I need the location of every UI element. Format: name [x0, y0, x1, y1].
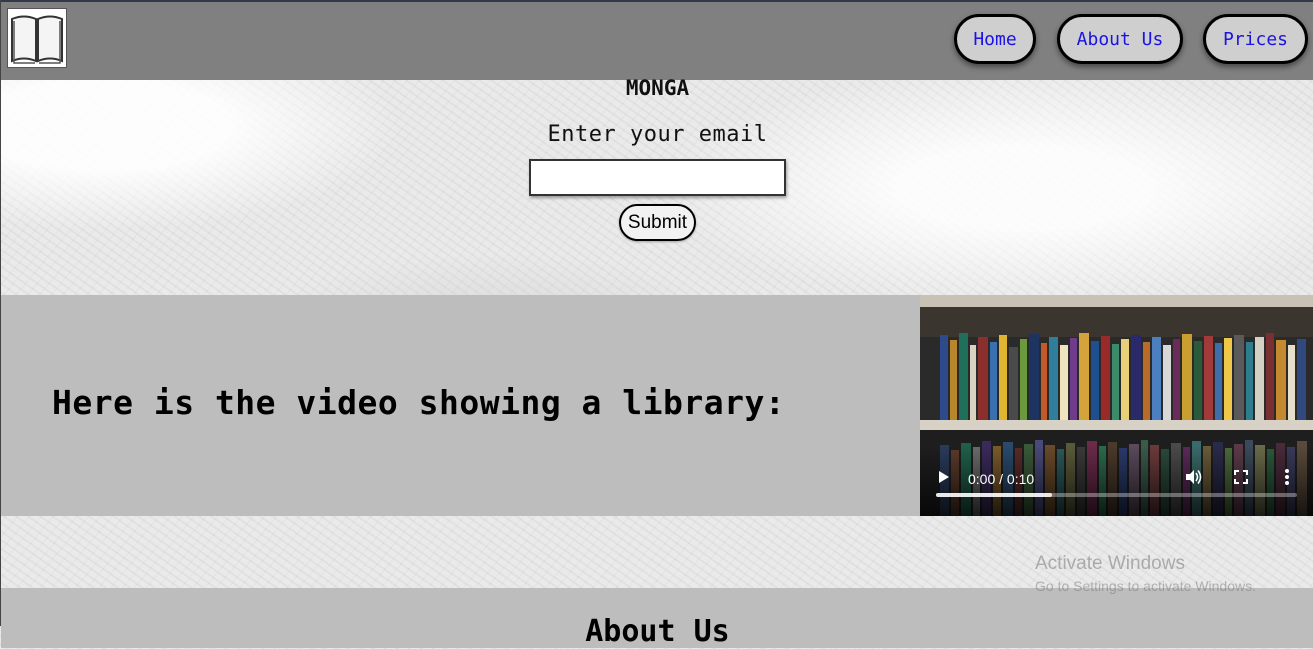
video-heading: Here is the video showing a library: — [52, 383, 786, 422]
nav-prices-button[interactable]: Prices — [1203, 14, 1308, 64]
open-book-icon[interactable] — [7, 8, 67, 68]
navbar: Home About Us Prices — [1, 0, 1313, 80]
brand-title: MONGA — [625, 76, 690, 100]
submit-label: Submit — [627, 211, 688, 233]
activate-windows-title: Activate Windows — [1035, 553, 1185, 574]
more-options-icon[interactable] — [1284, 468, 1290, 486]
nav-about-us-button[interactable]: About Us — [1057, 14, 1183, 64]
video-player[interactable]: 0:00 / 0:10 — [920, 295, 1313, 516]
video-seek-progress — [936, 493, 1052, 497]
email-label: Enter your email — [547, 122, 768, 147]
video-time-display: 0:00 / 0:10 — [968, 471, 1035, 487]
activate-windows-subtitle: Go to Settings to activate Windows. — [1035, 578, 1256, 594]
submit-button[interactable]: Submit — [619, 204, 696, 241]
email-input[interactable] — [529, 159, 786, 196]
about-section: About Us — [1, 588, 1313, 649]
video-section: Here is the video showing a library: 0:0… — [1, 295, 1313, 516]
nav-prices-label: Prices — [1222, 28, 1289, 50]
fullscreen-icon[interactable] — [1233, 469, 1249, 485]
video-controls: 0:00 / 0:10 — [920, 446, 1313, 516]
nav-about-us-label: About Us — [1076, 28, 1164, 50]
nav-home-button[interactable]: Home — [954, 14, 1036, 64]
video-seek-bar[interactable] — [936, 493, 1297, 497]
play-icon[interactable] — [938, 470, 950, 484]
nav-home-label: Home — [973, 28, 1017, 50]
volume-icon[interactable] — [1184, 468, 1202, 486]
about-heading: About Us — [585, 614, 730, 649]
